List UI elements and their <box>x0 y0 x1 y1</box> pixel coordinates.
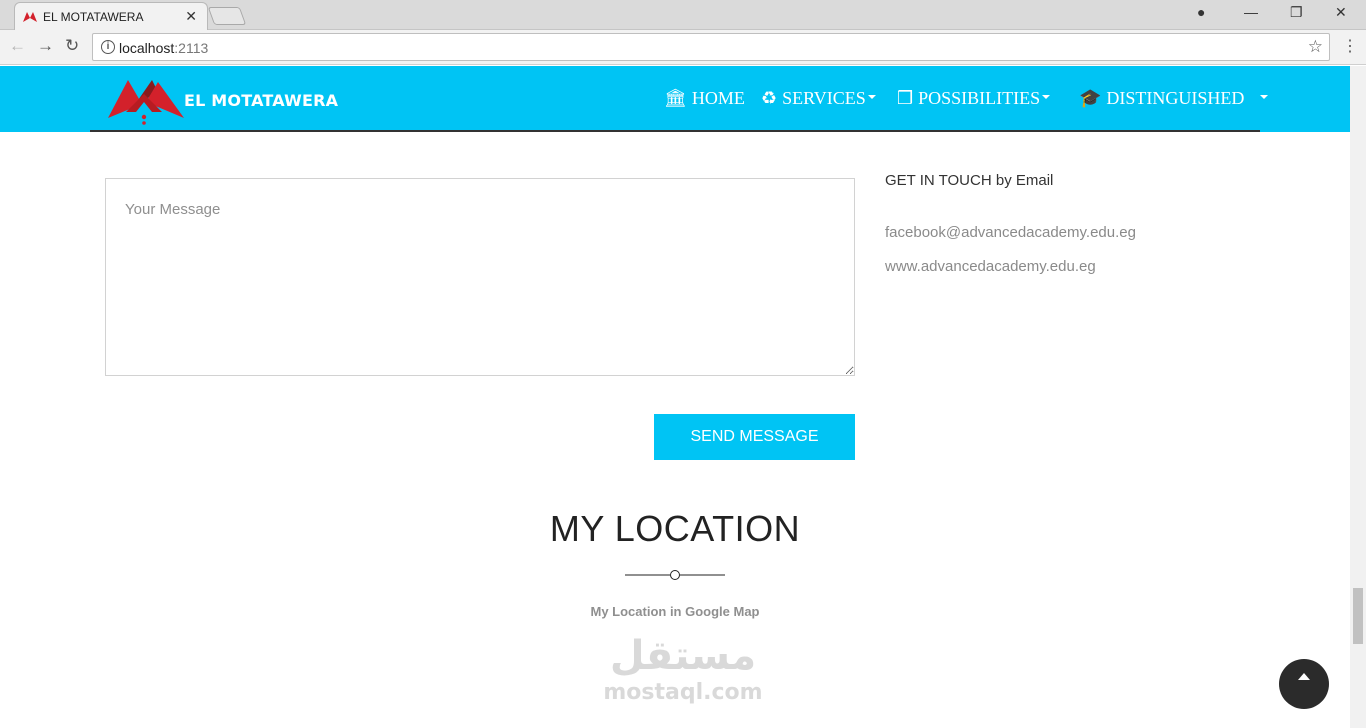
message-textarea[interactable] <box>105 178 855 376</box>
page-scrollbar[interactable] <box>1350 66 1366 728</box>
site-favicon-icon <box>23 12 37 22</box>
browser-tabbar: EL MOTATAWERA ✕ ● — ❐ ✕ <box>0 0 1366 30</box>
address-bar[interactable]: i localhost:2113 ☆ <box>92 33 1330 61</box>
brand-name[interactable]: EL MOTATAWERA <box>184 91 338 110</box>
location-title: MY LOCATION <box>549 508 801 549</box>
arrow-up-icon <box>1298 673 1310 680</box>
recycle-icon: ♻ <box>761 88 778 109</box>
contact-website[interactable]: www.advancedacademy.edu.eg <box>885 258 1096 275</box>
mostaql-watermark: مستقل mostaql.com <box>598 632 768 718</box>
browser-menu-icon[interactable]: ⋮ <box>1342 36 1358 56</box>
nav-home[interactable]: 🏛 HOME <box>664 88 745 109</box>
nav-possibilities[interactable]: ❒ POSSIBILITIES <box>897 88 1051 109</box>
chevron-down-icon <box>1260 95 1269 99</box>
header-divider <box>90 130 1260 132</box>
back-icon[interactable]: ← <box>9 36 26 56</box>
scrollbar-thumb[interactable] <box>1353 588 1363 644</box>
contact-email[interactable]: facebook@advancedacademy.edu.eg <box>885 224 1136 241</box>
nav-distinguished[interactable]: 🎓 DISTINGUISHED <box>1079 88 1269 109</box>
site-header: EL MOTATAWERA 🏛 HOME ♻ SERVICES ❒ POSSIBILI… <box>0 66 1350 132</box>
bookmark-star-icon[interactable]: ☆ <box>1308 37 1323 57</box>
info-icon[interactable]: i <box>101 40 115 54</box>
scroll-to-top-button[interactable] <box>1279 659 1329 709</box>
minimize-icon[interactable]: — <box>1244 4 1258 20</box>
tab-title: EL MOTATAWERA <box>43 10 144 24</box>
send-message-button[interactable]: SEND MESSAGE <box>654 414 855 460</box>
tab-close-icon[interactable]: ✕ <box>185 8 197 25</box>
nav-services[interactable]: ♻ SERVICES <box>761 88 876 109</box>
location-subtitle: My Location in Google Map <box>590 604 760 619</box>
chevron-down-icon <box>867 95 876 99</box>
forward-icon[interactable]: → <box>37 36 54 56</box>
window-close-icon[interactable]: ✕ <box>1335 4 1347 21</box>
reload-icon[interactable]: ↻ <box>65 36 79 56</box>
watermark-arabic: مستقل <box>609 633 757 679</box>
browser-toolbar: ← → ↻ i localhost:2113 ☆ ⋮ <box>0 30 1366 65</box>
cubes-icon: ❒ <box>897 88 914 109</box>
site-logo[interactable] <box>106 72 186 126</box>
section-divider <box>625 570 725 580</box>
bank-icon: 🏛 <box>664 88 687 109</box>
restore-icon[interactable]: ❐ <box>1290 4 1303 21</box>
watermark-latin: mostaql.com <box>603 680 763 705</box>
get-in-touch-heading: GET IN TOUCH by Email <box>885 172 1054 189</box>
browser-tab[interactable]: EL MOTATAWERA ✕ <box>14 2 208 30</box>
profile-icon[interactable]: ● <box>1197 4 1205 20</box>
chevron-down-icon <box>1042 95 1051 99</box>
graduation-cap-icon: 🎓 <box>1079 88 1102 109</box>
address-url[interactable]: localhost:2113 <box>119 40 208 56</box>
new-tab-button[interactable] <box>207 7 247 25</box>
